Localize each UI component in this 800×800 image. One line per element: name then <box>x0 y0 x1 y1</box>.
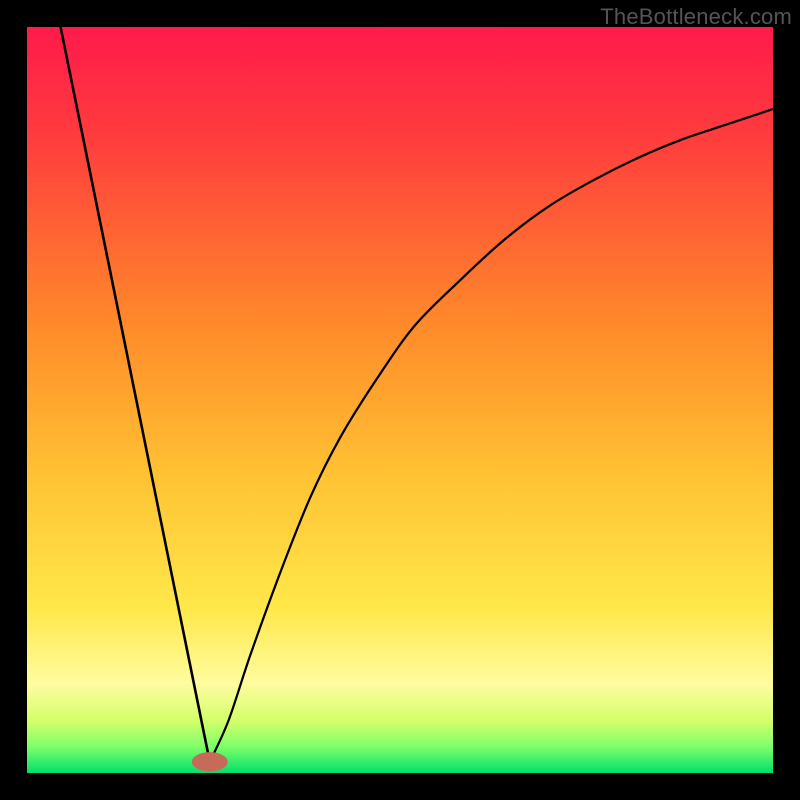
watermark-text: TheBottleneck.com <box>600 4 792 30</box>
gradient-background <box>27 27 773 773</box>
minimum-marker <box>192 752 228 771</box>
chart-svg <box>27 27 773 773</box>
chart-plot-area <box>27 27 773 773</box>
chart-frame: TheBottleneck.com <box>0 0 800 800</box>
